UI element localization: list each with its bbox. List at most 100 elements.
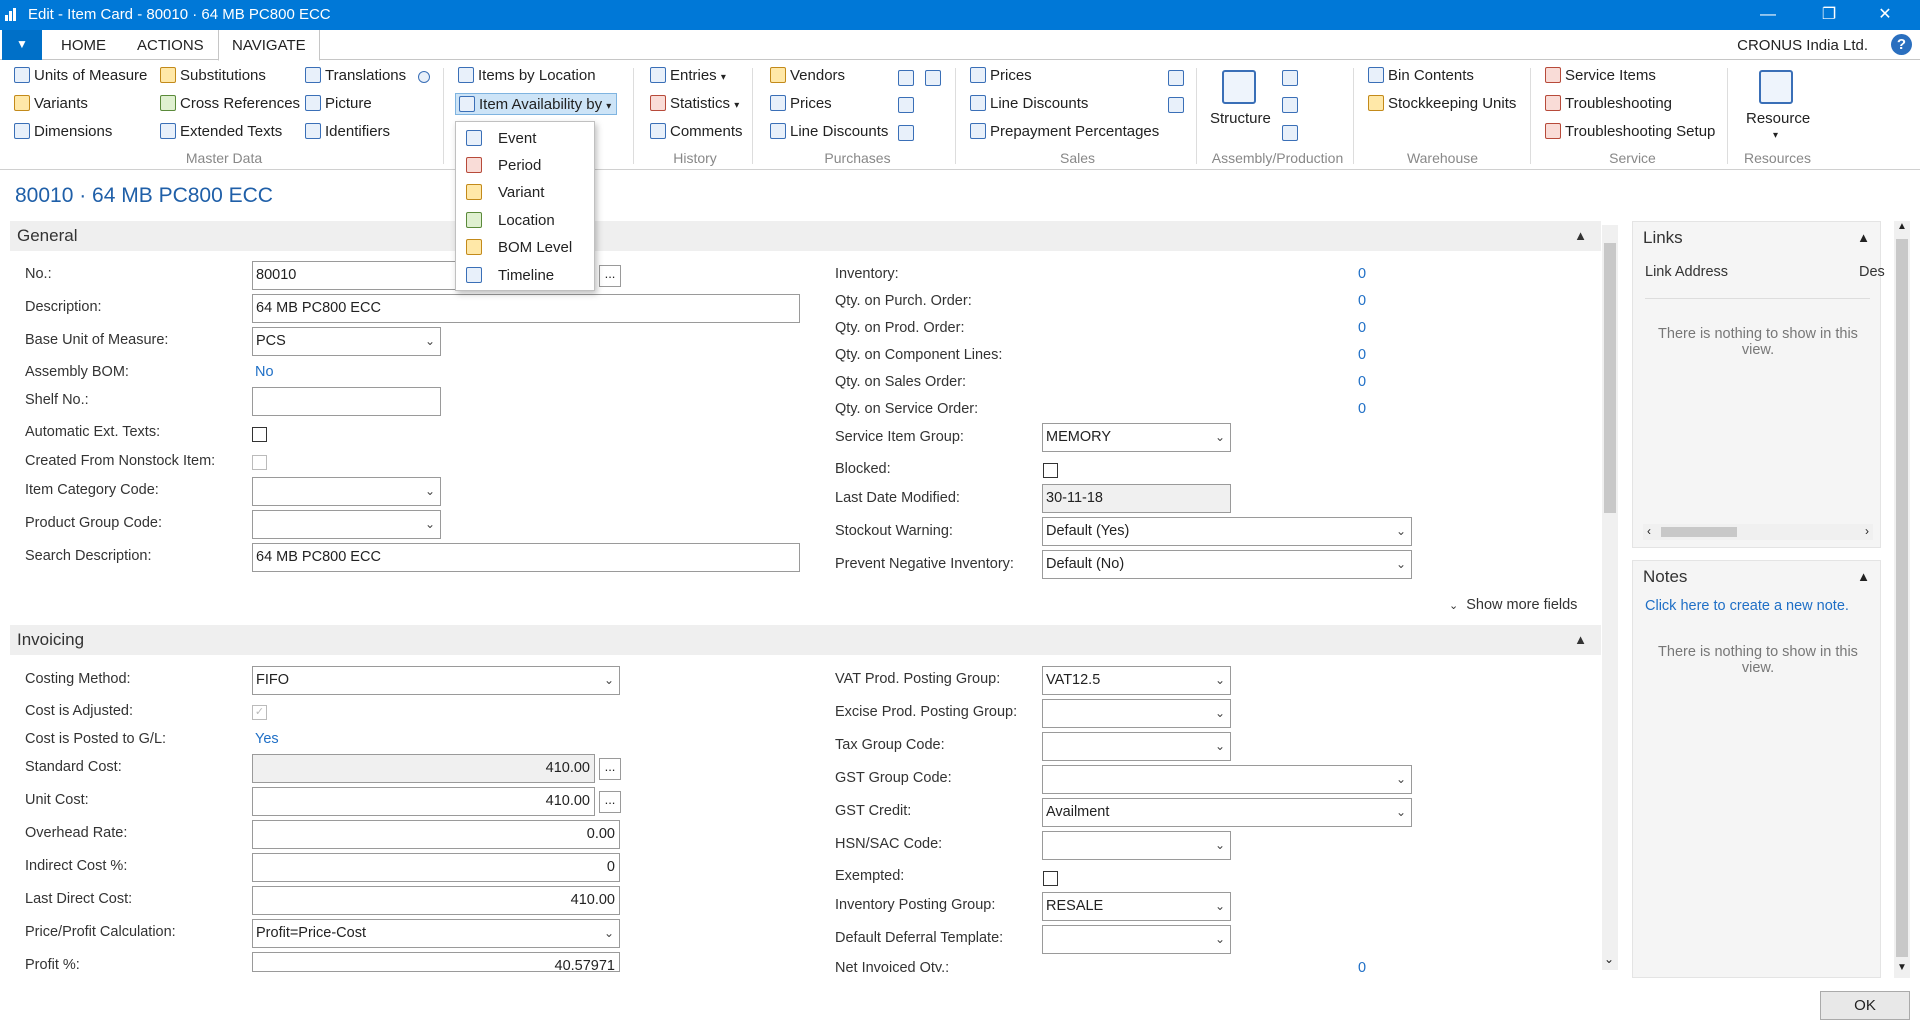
sales-extra-icon[interactable] — [1168, 70, 1184, 86]
stockkeeping-units-button[interactable]: Stockkeeping Units — [1368, 93, 1516, 115]
close-button[interactable]: ✕ — [1862, 0, 1908, 30]
costing-method-select[interactable]: FIFO ⌄ — [252, 666, 620, 695]
deferral-template-select[interactable]: ⌄ — [1042, 925, 1231, 954]
service-group-select[interactable]: MEMORY ⌄ — [1042, 423, 1231, 452]
section-general[interactable]: General ▲ — [10, 221, 1601, 251]
troubleshooting-setup-button[interactable]: Troubleshooting Setup — [1545, 121, 1715, 143]
menu-item-bom-level[interactable]: BOM Level — [456, 234, 594, 261]
overhead-rate-field[interactable]: 0.00 — [252, 820, 620, 849]
excise-group-select[interactable]: ⌄ — [1042, 699, 1231, 728]
tab-home[interactable]: HOME — [48, 30, 119, 61]
sales-extra-icon[interactable] — [1168, 97, 1184, 113]
auto-ext-texts-checkbox[interactable] — [252, 427, 267, 442]
translations-button[interactable]: Translations — [305, 65, 406, 87]
search-description-field[interactable]: 64 MB PC800 ECC — [252, 543, 800, 572]
purchase-line-discounts-button[interactable]: Line Discounts — [770, 121, 888, 143]
create-note-link[interactable]: Click here to create a new note. — [1645, 598, 1849, 614]
hsn-sac-select[interactable]: ⌄ — [1042, 831, 1231, 860]
main-scrollbar[interactable] — [1602, 225, 1618, 970]
scrollbar-thumb[interactable] — [1896, 239, 1908, 957]
qty-service-value[interactable]: 0 — [1358, 401, 1366, 417]
show-more-fields-link[interactable]: ⌄ Show more fields — [1449, 597, 1577, 613]
menu-item-event[interactable]: Event — [456, 125, 594, 152]
scroll-left-icon[interactable]: ‹ — [1647, 524, 1651, 538]
purchase-extra-icon[interactable] — [898, 97, 914, 113]
cost-posted-value[interactable]: Yes — [255, 731, 279, 747]
item-category-select[interactable]: ⌄ — [252, 477, 441, 506]
minimize-button[interactable]: — — [1745, 0, 1791, 30]
purchase-extra-icon[interactable] — [898, 125, 914, 141]
comments-button[interactable]: Comments — [650, 121, 743, 143]
help-icon[interactable]: ? — [1891, 34, 1912, 55]
menu-item-timeline[interactable]: Timeline — [456, 262, 594, 289]
entries-button[interactable]: Entries ▾ — [650, 65, 726, 87]
tax-group-select[interactable]: ⌄ — [1042, 732, 1231, 761]
units-of-measure-button[interactable]: Units of Measure — [14, 65, 147, 87]
tab-navigate[interactable]: NAVIGATE — [218, 30, 320, 61]
substitutions-button[interactable]: Substitutions — [160, 65, 266, 87]
sales-prices-button[interactable]: Prices — [970, 65, 1032, 87]
item-availability-by-button[interactable]: Item Availability by ▾ — [455, 93, 618, 115]
scroll-right-icon[interactable]: › — [1865, 524, 1869, 538]
chevron-up-icon[interactable]: ▲ — [1574, 221, 1587, 251]
exempted-checkbox[interactable] — [1043, 871, 1058, 886]
inventory-value[interactable]: 0 — [1358, 266, 1366, 282]
purchase-prices-button[interactable]: Prices — [770, 93, 832, 115]
structure-button[interactable]: Structure — [1210, 108, 1271, 130]
tab-actions[interactable]: ACTIONS — [124, 30, 217, 61]
scrollbar-thumb[interactable] — [1661, 527, 1737, 537]
resource-button[interactable]: Resource — [1746, 108, 1810, 130]
shelf-no-field[interactable] — [252, 387, 441, 416]
qty-sales-value[interactable]: 0 — [1358, 374, 1366, 390]
restore-button[interactable]: ❐ — [1806, 0, 1852, 30]
standard-cost-assist-button[interactable]: ... — [599, 758, 621, 780]
standard-cost-field[interactable]: 410.00 — [252, 754, 595, 783]
section-invoicing[interactable]: Invoicing ▲ — [10, 625, 1601, 655]
group-options-icon[interactable] — [418, 71, 430, 83]
bin-contents-button[interactable]: Bin Contents — [1368, 65, 1474, 87]
links-hscrollbar[interactable]: ‹ › — [1643, 524, 1873, 540]
profit-percent-field[interactable]: 40.57971 — [252, 952, 620, 972]
purchase-extra-icon[interactable] — [925, 70, 941, 86]
assembly-extra-icon[interactable] — [1282, 125, 1298, 141]
extended-texts-button[interactable]: Extended Texts — [160, 121, 282, 143]
factbox-scrollbar[interactable]: ▲ ▼ — [1894, 221, 1910, 978]
indirect-cost-field[interactable]: 0 — [252, 853, 620, 882]
product-group-select[interactable]: ⌄ — [252, 510, 441, 539]
service-items-button[interactable]: Service Items — [1545, 65, 1656, 87]
menu-item-location[interactable]: Location — [456, 207, 594, 234]
assist-edit-button[interactable]: ... — [599, 265, 621, 287]
company-name[interactable]: CRONUS India Ltd. — [1737, 37, 1868, 54]
vendors-button[interactable]: Vendors — [770, 65, 845, 87]
identifiers-button[interactable]: Identifiers — [305, 121, 390, 143]
ok-button[interactable]: OK — [1820, 991, 1910, 1020]
gst-group-select[interactable]: ⌄ — [1042, 765, 1412, 794]
items-by-location-button[interactable]: Items by Location — [458, 65, 596, 87]
qty-prod-value[interactable]: 0 — [1358, 320, 1366, 336]
menu-item-variant[interactable]: Variant — [456, 179, 594, 206]
chevron-up-icon[interactable]: ▲ — [1857, 569, 1870, 584]
prevent-negative-select[interactable]: Default (No) ⌄ — [1042, 550, 1412, 579]
menu-item-period[interactable]: Period — [456, 152, 594, 179]
qty-comp-value[interactable]: 0 — [1358, 347, 1366, 363]
description-field[interactable]: 64 MB PC800 ECC — [252, 294, 800, 323]
inventory-posting-select[interactable]: RESALE ⌄ — [1042, 892, 1231, 921]
gst-credit-select[interactable]: Availment ⌄ — [1042, 798, 1412, 827]
price-profit-select[interactable]: Profit=Price-Cost ⌄ — [252, 919, 620, 948]
sales-line-discounts-button[interactable]: Line Discounts — [970, 93, 1088, 115]
scroll-up-icon[interactable]: ▲ — [1897, 221, 1907, 232]
cross-references-button[interactable]: Cross References — [160, 93, 300, 115]
variants-button[interactable]: Variants — [14, 93, 88, 115]
prepayment-percentages-button[interactable]: Prepayment Percentages — [970, 121, 1159, 143]
vat-group-select[interactable]: VAT12.5 ⌄ — [1042, 666, 1231, 695]
dimensions-button[interactable]: Dimensions — [14, 121, 112, 143]
last-direct-cost-field[interactable]: 410.00 — [252, 886, 620, 915]
chevron-up-icon[interactable]: ▲ — [1857, 230, 1870, 245]
net-invoiced-value[interactable]: 0 — [1358, 960, 1366, 972]
chevron-up-icon[interactable]: ▲ — [1574, 625, 1587, 655]
scroll-down-icon[interactable]: ▼ — [1897, 962, 1907, 973]
stockout-select[interactable]: Default (Yes) ⌄ — [1042, 517, 1412, 546]
unit-cost-assist-button[interactable]: ... — [599, 791, 621, 813]
assembly-bom-value[interactable]: No — [255, 364, 274, 380]
hierarchy-icon[interactable] — [1282, 97, 1298, 113]
